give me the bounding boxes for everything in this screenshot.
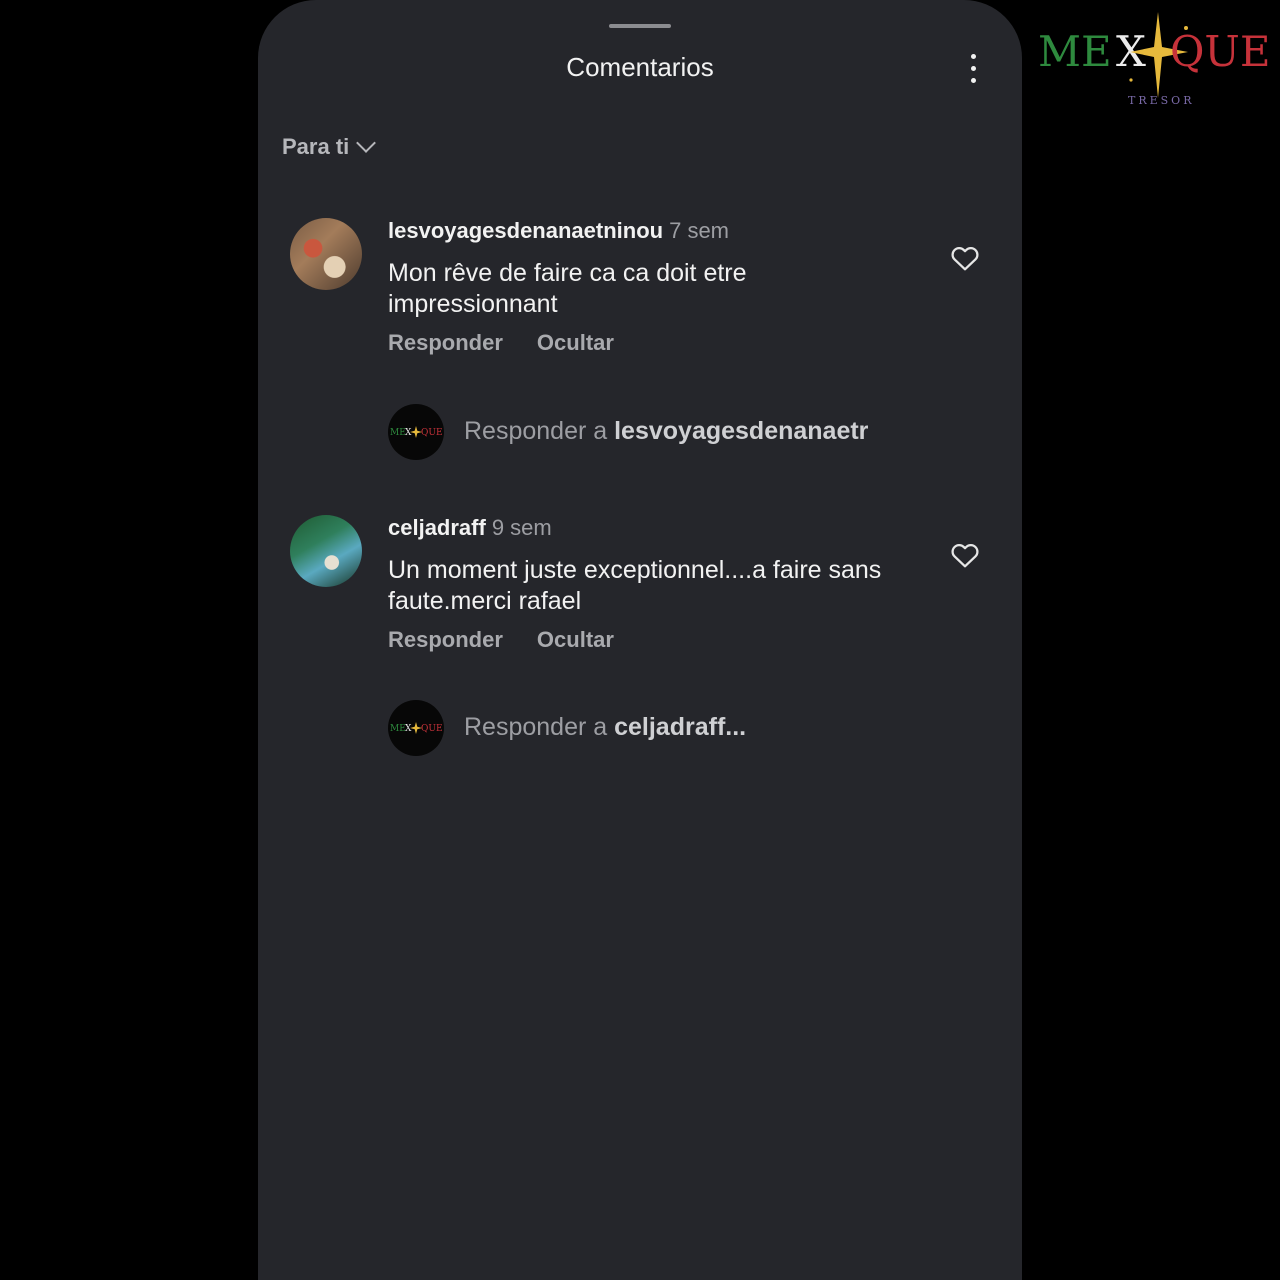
sort-dropdown[interactable]: Para ti — [282, 133, 377, 160]
logo-text-me: ME — [1038, 27, 1112, 76]
drag-handle[interactable] — [609, 24, 671, 28]
mexique-tresor-logo: ME X QUE TRESOR — [1038, 12, 1271, 107]
comments-sheet: Comentarios Para ti lesvoyagesdenanaetni… — [258, 0, 1022, 1280]
comment-meta: celjadraff 9 sem — [388, 515, 552, 541]
reply-input[interactable]: Responder a lesvoyagesdenanaetr — [464, 417, 914, 446]
avatar[interactable] — [290, 218, 362, 290]
reply-button[interactable]: Responder — [388, 627, 503, 653]
comment-username[interactable]: celjadraff — [388, 515, 486, 540]
reply-row[interactable]: ME X QUE Responder a lesvoyagesdenanaetr — [388, 404, 948, 462]
sheet-title: Comentarios — [566, 52, 714, 82]
hide-button[interactable]: Ocultar — [537, 330, 614, 356]
avatar[interactable] — [290, 515, 362, 587]
comment-text: Mon rêve de faire ca ca doit etre impres… — [388, 259, 747, 318]
reply-target: celjadraff... — [614, 713, 747, 741]
comment-actions: Responder Ocultar — [388, 330, 614, 356]
hide-button[interactable]: Ocultar — [537, 627, 614, 653]
sort-label: Para ti — [282, 134, 350, 159]
logo-text-que: QUE — [1170, 27, 1271, 76]
reply-target: lesvoyagesdenanaetr — [614, 417, 869, 445]
comment-text: Un moment juste exceptionnel....a faire … — [388, 556, 882, 615]
avatar: ME X QUE — [388, 404, 444, 460]
comment-meta: lesvoyagesdenanaetninou 7 sem — [388, 218, 729, 244]
svg-text:ME: ME — [390, 428, 406, 438]
heart-outline-icon[interactable] — [948, 539, 982, 571]
svg-text:QUE: QUE — [421, 724, 443, 734]
reply-row[interactable]: ME X QUE Responder a celjadraff... — [388, 700, 948, 758]
avatar: ME X QUE — [388, 700, 444, 756]
more-options-icon[interactable] — [958, 48, 988, 88]
mexique-logo-icon: ME X QUE — [390, 426, 443, 438]
svg-text:X: X — [405, 428, 412, 438]
mexique-logo-icon: ME X QUE — [390, 722, 443, 734]
reply-prompt: Responder a — [464, 713, 608, 741]
svg-text:QUE: QUE — [421, 428, 443, 438]
heart-outline-icon[interactable] — [948, 242, 982, 274]
reply-input[interactable]: Responder a celjadraff... — [464, 713, 914, 742]
comment-actions: Responder Ocultar — [388, 627, 614, 653]
comment-time: 9 sem — [491, 515, 552, 540]
reply-prompt: Responder a — [464, 417, 608, 445]
comment-time: 7 sem — [669, 218, 730, 243]
chevron-down-icon — [356, 133, 377, 153]
comment-item: celjadraff 9 sem Un moment juste exceptio… — [258, 515, 1022, 665]
logo-subtitle: TRESOR — [1128, 94, 1195, 107]
comment-username[interactable]: lesvoyagesdenanaetninou — [388, 218, 663, 243]
svg-text:ME: ME — [390, 724, 406, 734]
reply-button[interactable]: Responder — [388, 330, 503, 356]
comment-item: lesvoyagesdenanaetninou 7 sem Mon rêve de… — [258, 218, 1022, 368]
svg-text:X: X — [405, 724, 412, 734]
